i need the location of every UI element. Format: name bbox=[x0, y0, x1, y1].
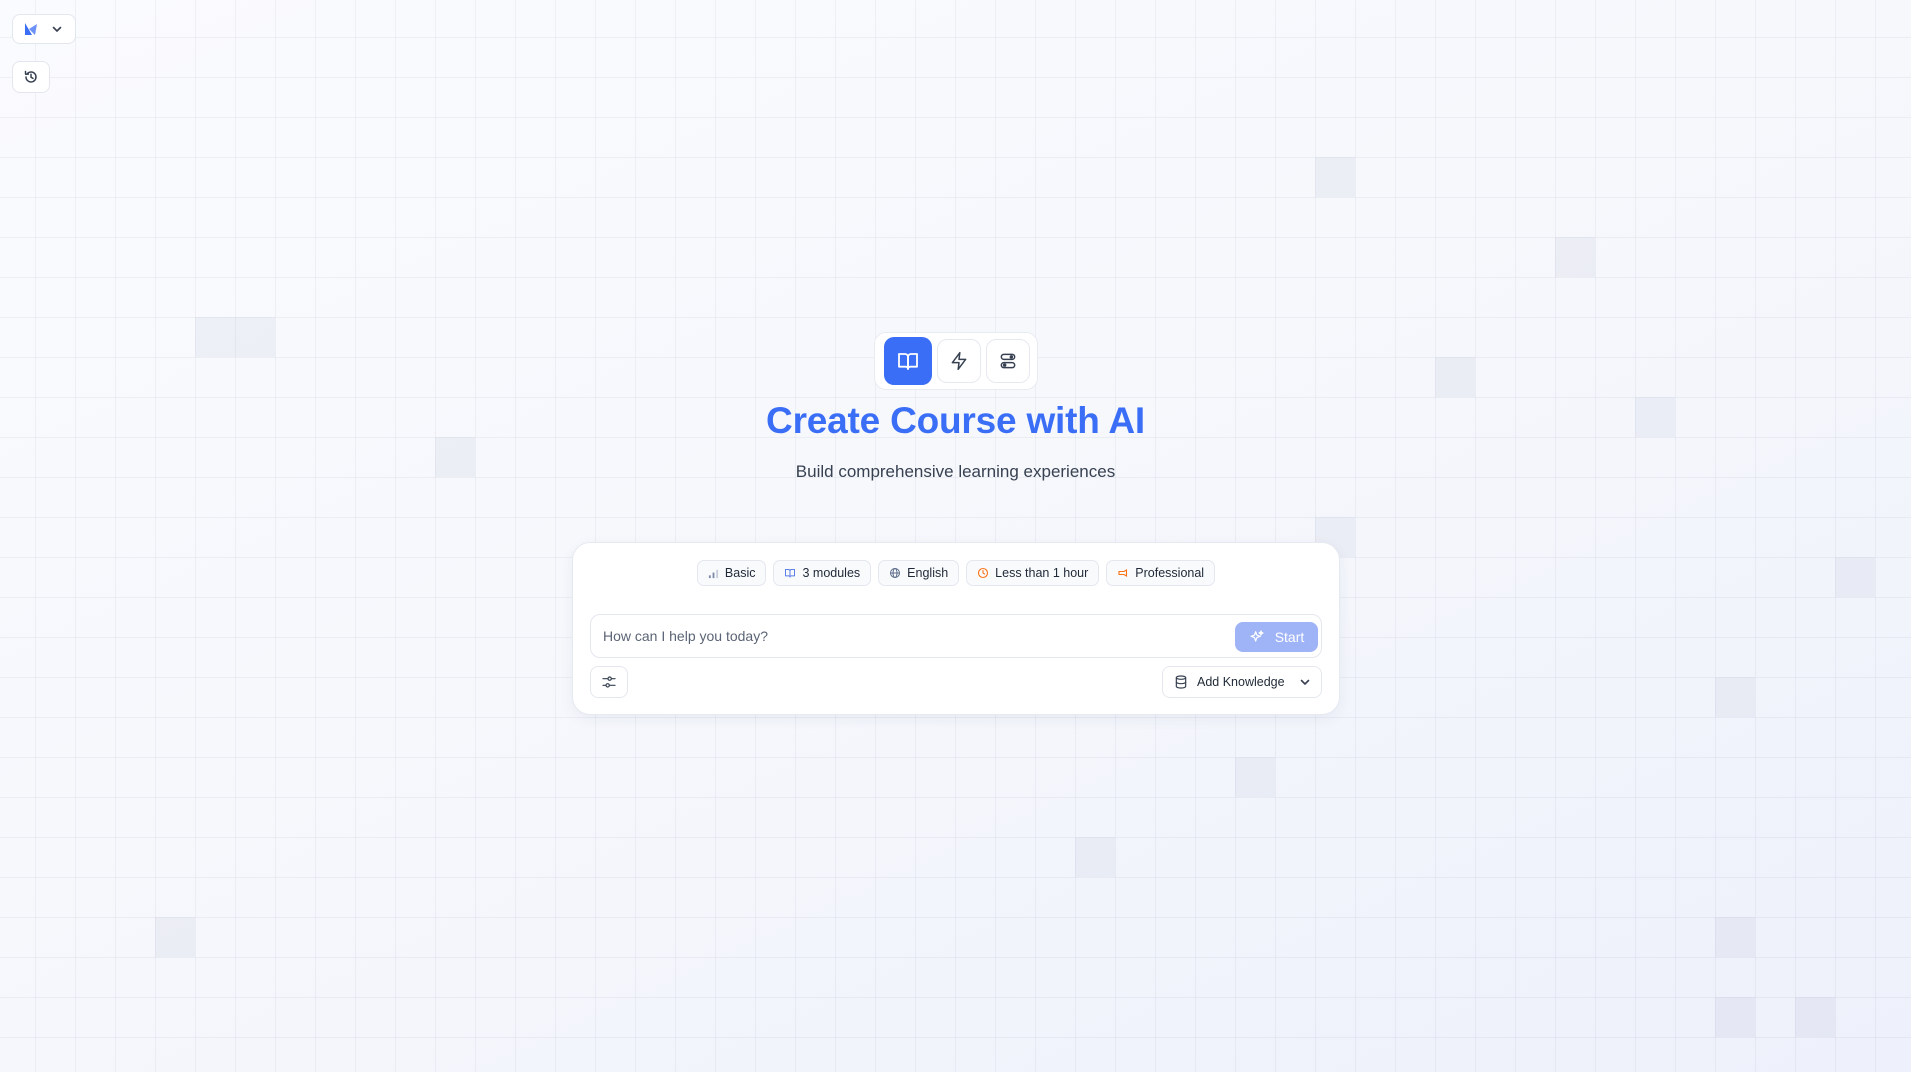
composer-settings-button[interactable] bbox=[590, 666, 628, 698]
start-button[interactable]: Start bbox=[1235, 622, 1318, 652]
grid-cell-shade bbox=[1715, 997, 1755, 1037]
globe-icon bbox=[889, 567, 901, 579]
add-knowledge-label: Add Knowledge bbox=[1197, 675, 1285, 689]
modules-chip-label: 3 modules bbox=[802, 566, 861, 580]
language-chip-label: English bbox=[907, 566, 949, 580]
grid-cell-shade bbox=[1795, 997, 1835, 1037]
course-options: Basic 3 modules English Less than 1 hour… bbox=[573, 560, 1339, 586]
mode-selector bbox=[874, 332, 1038, 390]
tone-chip-label: Professional bbox=[1135, 566, 1205, 580]
signal-bars-icon bbox=[708, 568, 719, 579]
lightning-icon bbox=[949, 351, 969, 371]
book-open-icon bbox=[896, 349, 920, 373]
mode-course-button[interactable] bbox=[884, 337, 932, 385]
grid-cell-shade bbox=[155, 917, 195, 957]
page-title: Create Course with AI bbox=[766, 400, 1145, 441]
grid-cell-shade bbox=[1075, 837, 1115, 877]
grid-cell-shade bbox=[1555, 237, 1595, 277]
chevron-down-icon bbox=[51, 23, 63, 35]
difficulty-chip[interactable]: Basic bbox=[696, 560, 767, 586]
duration-chip-label: Less than 1 hour bbox=[995, 566, 1089, 580]
history-icon bbox=[23, 69, 39, 85]
language-chip[interactable]: English bbox=[878, 560, 960, 586]
grid-cell-shade bbox=[235, 317, 275, 357]
workspace-switcher[interactable] bbox=[12, 14, 76, 44]
clock-icon bbox=[977, 567, 989, 579]
prompt-input[interactable] bbox=[601, 615, 1205, 657]
logo-icon bbox=[23, 21, 39, 37]
sliders-icon bbox=[601, 674, 617, 690]
tone-chip[interactable]: Professional bbox=[1106, 560, 1216, 586]
grid-cell-shade bbox=[1715, 677, 1755, 717]
start-button-label: Start bbox=[1274, 629, 1305, 645]
history-button[interactable] bbox=[12, 61, 50, 93]
database-icon bbox=[1173, 674, 1189, 690]
grid-cell-shade bbox=[1715, 917, 1755, 957]
difficulty-chip-label: Basic bbox=[724, 566, 756, 580]
duration-chip[interactable]: Less than 1 hour bbox=[966, 560, 1100, 586]
modules-chip[interactable]: 3 modules bbox=[773, 560, 872, 586]
grid-cell-shade bbox=[1435, 357, 1475, 397]
route-icon bbox=[998, 351, 1018, 371]
prompt-box: Start bbox=[590, 614, 1322, 658]
mode-quick-button[interactable] bbox=[937, 339, 981, 383]
tone-icon bbox=[1117, 567, 1129, 579]
page-subtitle: Build comprehensive learning experiences bbox=[795, 462, 1116, 481]
book-icon bbox=[784, 567, 796, 579]
mode-workflow-button[interactable] bbox=[986, 339, 1030, 383]
sparkles-icon bbox=[1249, 629, 1265, 645]
grid-cell-shade bbox=[1315, 157, 1355, 197]
grid-cell-shade bbox=[1235, 757, 1275, 797]
grid-cell-shade bbox=[1835, 557, 1875, 597]
add-knowledge-button[interactable]: Add Knowledge bbox=[1162, 666, 1322, 698]
course-composer-card: Basic 3 modules English Less than 1 hour… bbox=[572, 542, 1340, 715]
chevron-down-icon bbox=[1299, 676, 1311, 688]
grid-cell-shade bbox=[195, 317, 235, 357]
